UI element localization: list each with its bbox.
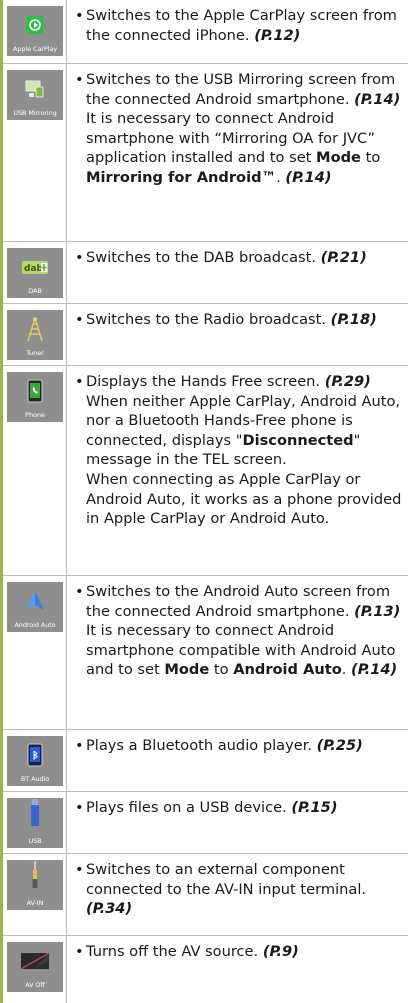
- av-in-icon-tile[interactable]: AV-IN: [7, 860, 63, 910]
- bullet: •: [75, 799, 84, 816]
- page-reference: (P.21): [320, 249, 367, 266]
- dab-icon-tile[interactable]: dab DAB: [7, 248, 63, 298]
- apple-carplay-icon: [24, 14, 46, 36]
- source-row-usb: USB • Plays files on a USB device. (P.15…: [3, 792, 408, 854]
- icon-caption: AV Off: [25, 981, 45, 989]
- page-reference: (P.25): [316, 737, 363, 754]
- usb-icon: [24, 799, 46, 826]
- page-reference: (P.18): [330, 311, 377, 328]
- tuner-antenna-icon: [24, 317, 46, 342]
- description-text: Switches to the Android Auto screen from…: [86, 583, 391, 620]
- phone-icon-tile[interactable]: Phone: [7, 372, 63, 422]
- bullet: •: [75, 737, 84, 754]
- icon-caption: USB Mirroring: [13, 109, 57, 117]
- source-row-tuner: Tuner • Switches to the Radio broadcast.…: [3, 304, 408, 366]
- tuner-icon-tile[interactable]: Tuner: [7, 310, 63, 360]
- disconnected-keyword: Disconnected: [242, 431, 354, 449]
- page-reference: (P.9): [262, 943, 299, 960]
- bullet: •: [75, 249, 84, 266]
- row-description: • Switches to the Android Auto screen fr…: [75, 582, 405, 680]
- description-text: Plays a Bluetooth audio player.: [86, 737, 312, 754]
- row-description: • Plays a Bluetooth audio player. (P.25): [75, 736, 405, 756]
- mode-value: Mirroring for Android™: [86, 168, 277, 186]
- description-text: Plays files on a USB device.: [86, 799, 287, 816]
- svg-text:dab: dab: [24, 264, 44, 274]
- description-text: Switches to the Radio broadcast.: [86, 311, 327, 328]
- bullet: •: [75, 943, 84, 960]
- mode-keyword: Mode: [316, 149, 361, 167]
- page-reference: (P.29): [324, 373, 371, 390]
- dab-icon: dab: [22, 256, 48, 278]
- row-description: • Switches to the DAB broadcast. (P.21): [75, 248, 405, 268]
- icon-caption: Apple CarPlay: [12, 45, 58, 53]
- usb-mirroring-icon-tile[interactable]: USB Mirroring: [7, 70, 63, 120]
- bt-audio-icon-tile[interactable]: BT Audio: [7, 736, 63, 786]
- icon-caption: BT Audio: [20, 775, 50, 783]
- source-row-usb-mirroring: USB Mirroring • Switches to the USB Mirr…: [3, 64, 408, 242]
- description-text: Switches to the Apple CarPlay screen fro…: [86, 7, 397, 44]
- row-description: • Switches to the USB Mirroring screen f…: [75, 70, 405, 188]
- android-auto-icon: [24, 590, 46, 612]
- row-description: • Switches to an external component conn…: [75, 860, 405, 919]
- page-reference: (P.13): [354, 602, 401, 620]
- source-row-apple-carplay: Apple CarPlay • Switches to the Apple Ca…: [3, 0, 408, 64]
- page-reference: (P.15): [291, 799, 338, 816]
- page-reference: (P.12): [254, 26, 301, 44]
- icon-caption: USB: [28, 837, 42, 845]
- icon-caption: DAB: [28, 287, 42, 295]
- av-off-icon: [20, 950, 50, 972]
- period: .: [341, 661, 347, 679]
- row-description: • Switches to the Radio broadcast. (P.18…: [75, 310, 405, 330]
- page-reference: (P.34): [86, 900, 133, 918]
- bullet: •: [75, 71, 84, 88]
- av-in-icon: [24, 861, 46, 888]
- apple-carplay-icon-tile[interactable]: Apple CarPlay: [7, 6, 63, 56]
- bluetooth-audio-icon: [24, 743, 46, 767]
- icon-caption: Phone: [25, 411, 45, 419]
- page-reference: (P.14): [285, 168, 332, 186]
- av-off-icon-tile[interactable]: AV Off: [7, 942, 63, 992]
- row-description: • Switches to the Apple CarPlay screen f…: [75, 6, 405, 45]
- page-reference: (P.14): [354, 90, 401, 108]
- bullet: •: [75, 583, 84, 600]
- mode-keyword: Mode: [164, 661, 210, 679]
- description-text: Displays the Hands Free screen.: [86, 373, 321, 390]
- period: .: [276, 168, 281, 186]
- usb-icon-tile[interactable]: USB: [7, 798, 63, 848]
- description-text: Switches to the USB Mirroring screen fro…: [86, 71, 396, 108]
- icon-caption: Android Auto: [14, 621, 56, 629]
- source-row-av-off: AV Off • Turns off the AV source. (P.9): [3, 936, 408, 1003]
- row-description: • Plays files on a USB device. (P.15): [75, 798, 405, 818]
- source-row-av-in: AV-IN • Switches to an external componen…: [3, 854, 408, 936]
- icon-caption: Tuner: [26, 349, 44, 357]
- row-description: • Turns off the AV source. (P.9): [75, 942, 405, 962]
- icon-caption: AV-IN: [26, 899, 44, 907]
- bullet: •: [75, 373, 84, 390]
- source-row-phone: Phone • Displays the Hands Free screen. …: [3, 366, 408, 576]
- row-description: • Displays the Hands Free screen. (P.29)…: [75, 372, 405, 529]
- bullet: •: [75, 7, 84, 24]
- mode-value: Android Auto: [233, 661, 342, 679]
- bullet: •: [75, 311, 84, 328]
- usb-mirroring-icon: [24, 78, 46, 100]
- description-text: Turns off the AV source.: [86, 943, 259, 960]
- source-row-dab: dab DAB • Switches to the DAB broadcast.…: [3, 242, 408, 304]
- bullet: •: [75, 861, 84, 878]
- source-row-bt-audio: BT Audio • Plays a Bluetooth audio playe…: [3, 730, 408, 792]
- note-text-to: to: [213, 661, 229, 679]
- description-text: Switches to the DAB broadcast.: [86, 249, 316, 266]
- description-text: Switches to an external component connec…: [86, 861, 367, 898]
- android-auto-icon-tile[interactable]: Android Auto: [7, 582, 63, 632]
- note-text-2: When connecting as Apple CarPlay or Andr…: [86, 470, 402, 528]
- phone-icon: [24, 379, 46, 403]
- note-text-to: to: [365, 149, 381, 167]
- source-row-android-auto: Android Auto • Switches to the Android A…: [3, 576, 408, 730]
- page-reference: (P.14): [351, 661, 398, 679]
